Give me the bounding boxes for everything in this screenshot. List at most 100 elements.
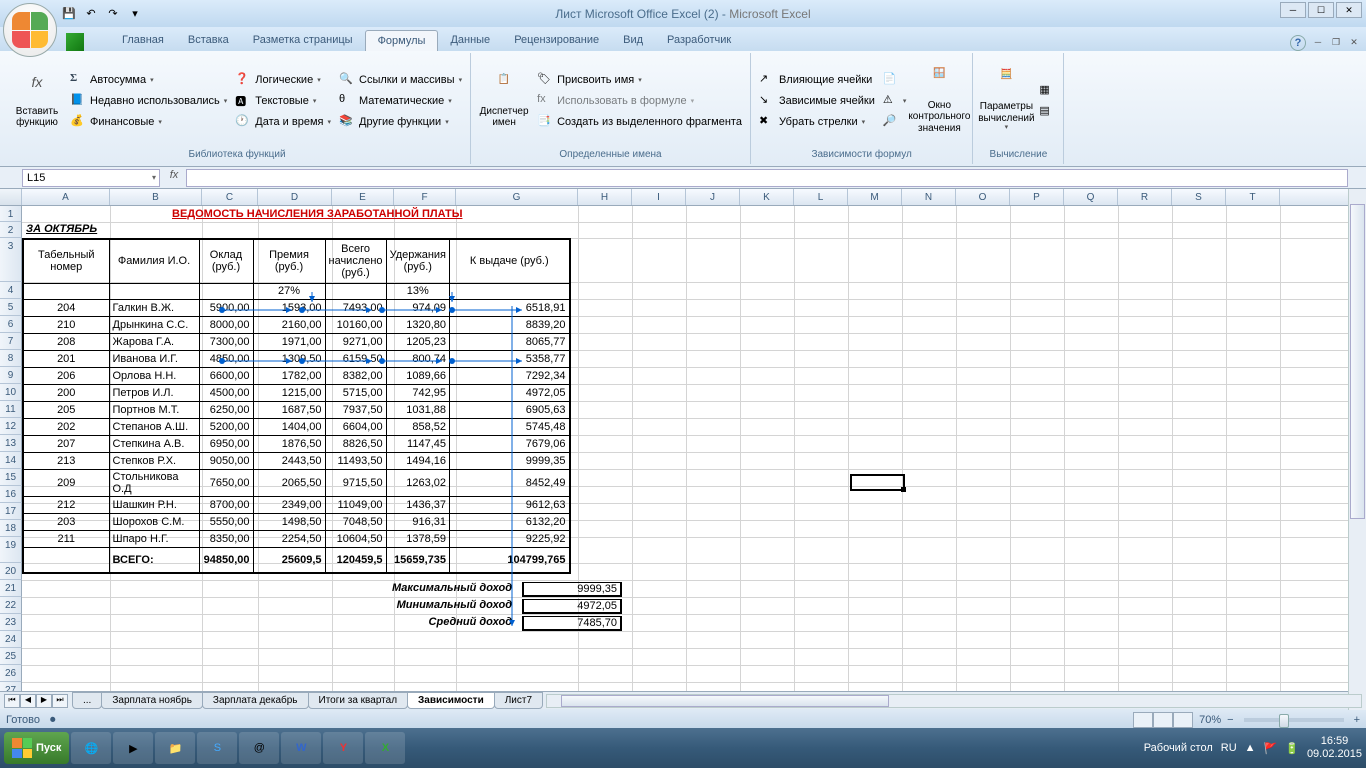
sheet-tab-0[interactable]: ... [72,692,102,709]
calc-sheet-button[interactable]: ▤ [1037,103,1057,121]
col-header-G[interactable]: G [456,189,578,205]
row-header-14[interactable]: 14 [0,452,22,469]
col-header-I[interactable]: I [632,189,686,205]
calc-options-button[interactable]: 🧮 Параметры вычислений ▾ [979,55,1033,147]
macro-record-icon[interactable]: ⏺ [50,714,56,727]
logical-button[interactable]: ❓Логические ▾ [233,71,333,89]
col-header-C[interactable]: C [202,189,258,205]
ribbon-tab-1[interactable]: Вставка [176,30,241,51]
autosum-button[interactable]: ΣАвтосумма ▾ [68,71,229,89]
datetime-button[interactable]: 🕐Дата и время ▾ [233,113,333,131]
taskbar-explorer[interactable]: 📁 [155,732,195,764]
tray-flag-icon[interactable]: 🚩 [1264,742,1278,755]
spreadsheet-grid[interactable]: ABCDEFGHIJKLMNOPQRST 1234567891011121314… [0,189,1366,691]
row-header-22[interactable]: 22 [0,597,22,614]
maximize-button[interactable]: ☐ [1308,2,1334,18]
use-in-formula-button[interactable]: fxИспользовать в формуле ▾ [535,92,744,110]
row-header-16[interactable]: 16 [0,486,22,503]
sheet-tab-4[interactable]: Зависимости [407,692,495,709]
sheet-tab-1[interactable]: Зарплата ноябрь [101,692,203,709]
row-header-13[interactable]: 13 [0,435,22,452]
insert-function-button[interactable]: fx Вставить функцию [10,55,64,147]
sheet-nav-last[interactable]: ⏭ [52,694,68,708]
taskbar-yandex[interactable]: Y [323,732,363,764]
row-header-21[interactable]: 21 [0,580,22,597]
sheet-nav-prev[interactable]: ◀ [20,694,36,708]
normal-view-button[interactable] [1133,712,1153,728]
define-name-button[interactable]: 🏷Присвоить имя ▾ [535,71,744,89]
row-header-20[interactable]: 20 [0,563,22,580]
col-header-P[interactable]: P [1010,189,1064,205]
sheet-tab-2[interactable]: Зарплата декабрь [202,692,309,709]
horizontal-scrollbar[interactable] [546,694,1362,708]
ribbon-tab-7[interactable]: Разработчик [655,30,743,51]
row-header-1[interactable]: 1 [0,206,22,222]
ribbon-tab-3[interactable]: Формулы [365,30,439,51]
zoom-slider[interactable] [1244,718,1344,722]
formula-input[interactable] [186,169,1348,187]
trace-dependents-button[interactable]: ↘Зависимые ячейки [757,92,877,110]
row-header-11[interactable]: 11 [0,401,22,418]
row-header-27[interactable]: 27 [0,682,22,691]
remove-arrows-button[interactable]: ✖Убрать стрелки ▾ [757,113,877,131]
name-manager-button[interactable]: 📋 Диспетчер имен [477,55,531,147]
fx-button[interactable]: fx [162,169,186,187]
zoom-level[interactable]: 70% [1199,714,1221,726]
col-header-E[interactable]: E [332,189,394,205]
name-box[interactable]: L15 [22,169,160,187]
row-header-2[interactable]: 2 [0,222,22,238]
taskbar-media[interactable]: ▶ [113,732,153,764]
row-header-18[interactable]: 18 [0,520,22,537]
row-header-5[interactable]: 5 [0,299,22,316]
col-header-H[interactable]: H [578,189,632,205]
vertical-scrollbar[interactable] [1348,189,1366,710]
ribbon-tab-2[interactable]: Разметка страницы [241,30,365,51]
taskbar-excel[interactable]: X [365,732,405,764]
office-button[interactable] [3,3,57,57]
doc-close-icon[interactable]: ✕ [1346,37,1362,51]
text-button[interactable]: 🅰Текстовые ▾ [233,92,333,110]
row-header-3[interactable]: 3 [0,238,22,282]
zoom-out-button[interactable]: − [1227,714,1233,726]
row-header-10[interactable]: 10 [0,384,22,401]
col-header-O[interactable]: O [956,189,1010,205]
watch-window-button[interactable]: 🪟 Окно контрольного значения [912,55,966,147]
col-header-R[interactable]: R [1118,189,1172,205]
help-icon[interactable]: ? [1290,35,1306,51]
row-header-19[interactable]: 19 [0,537,22,563]
col-header-D[interactable]: D [258,189,332,205]
taskbar-skype[interactable]: S [197,732,237,764]
error-check-button[interactable]: ⚠▾ [881,92,909,110]
sheet-tab-5[interactable]: Лист7 [494,692,543,709]
payroll-table[interactable]: Табельный номерФамилия И.О.Оклад (руб.)П… [22,238,571,574]
col-header-K[interactable]: K [740,189,794,205]
taskbar-chrome[interactable]: 🌐 [71,732,111,764]
close-button[interactable]: ✕ [1336,2,1362,18]
start-button[interactable]: Пуск [4,732,69,764]
row-header-23[interactable]: 23 [0,614,22,631]
sheet-tab-3[interactable]: Итоги за квартал [308,692,409,709]
row-header-7[interactable]: 7 [0,333,22,350]
taskbar-mail[interactable]: @ [239,732,279,764]
col-header-A[interactable]: A [22,189,110,205]
tray-icon[interactable]: ▲ [1245,742,1256,754]
create-from-selection-button[interactable]: 📑Создать из выделенного фрагмента [535,113,744,131]
row-header-8[interactable]: 8 [0,350,22,367]
row-header-4[interactable]: 4 [0,282,22,299]
col-header-S[interactable]: S [1172,189,1226,205]
col-header-B[interactable]: B [110,189,202,205]
row-header-25[interactable]: 25 [0,648,22,665]
col-header-F[interactable]: F [394,189,456,205]
tray-battery-icon[interactable]: 🔋 [1285,742,1299,755]
minimize-button[interactable]: ─ [1280,2,1306,18]
taskbar-word[interactable]: W [281,732,321,764]
calc-now-button[interactable]: ▦ [1037,82,1057,100]
col-header-Q[interactable]: Q [1064,189,1118,205]
sheet-nav-first[interactable]: ⏮ [4,694,20,708]
system-clock[interactable]: 16:5909.02.2015 [1307,735,1362,761]
col-header-J[interactable]: J [686,189,740,205]
desktop-label[interactable]: Рабочий стол [1144,742,1213,754]
math-button[interactable]: θМатематические ▾ [337,92,464,110]
doc-restore-icon[interactable]: ❐ [1328,37,1344,51]
row-header-24[interactable]: 24 [0,631,22,648]
